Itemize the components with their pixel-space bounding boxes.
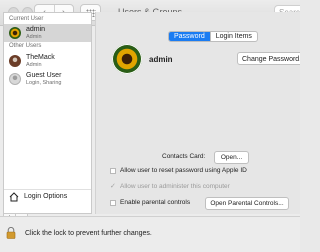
guest-user-icon — [9, 73, 21, 85]
sidebar-user-admin[interactable]: admin Admin — [4, 24, 91, 42]
profile-avatar[interactable] — [112, 44, 142, 74]
current-user-label: Current User — [9, 16, 44, 22]
checkmark-icon: ✓ — [110, 183, 116, 190]
open-contacts-card-button[interactable]: Open... — [214, 151, 249, 164]
users-sidebar: Current User admin Admin Other Users The… — [3, 12, 92, 214]
other-user-role: Admin — [26, 62, 42, 68]
current-user-name: admin — [26, 26, 46, 33]
login-options-label: Login Options — [24, 193, 68, 200]
lock-message: Click the lock to prevent further change… — [25, 230, 152, 237]
lock-icon[interactable] — [6, 227, 16, 239]
profile-name: admin — [149, 55, 173, 64]
other-user-name: TheMack — [26, 54, 55, 61]
allow-reset-password-label: Allow user to reset password using Apple… — [120, 167, 247, 174]
other-users-label: Other Users — [9, 43, 42, 49]
checkbox[interactable] — [110, 168, 116, 174]
current-user-role: Admin — [26, 34, 42, 40]
user-tabs: Password Login Items — [168, 31, 258, 42]
allow-administer-label: Allow user to administer this computer — [120, 183, 230, 190]
admin-avatar — [9, 27, 21, 39]
checkbox[interactable] — [110, 200, 116, 206]
sidebar-user-guest[interactable]: Guest User Login, Sharing — [4, 70, 91, 88]
enable-parental-controls-label: Enable parental controls — [120, 199, 191, 206]
change-password-button[interactable]: Change Password... — [237, 52, 300, 65]
other-user-role: Login, Sharing — [26, 80, 62, 86]
other-user-name: Guest User — [26, 72, 62, 79]
login-options-button[interactable]: Login Options — [4, 189, 91, 203]
users-groups-window: ‹ › Users & Groups Search Current User a… — [0, 0, 300, 252]
contacts-card-label: Contacts Card: — [162, 153, 206, 160]
tab-login-items[interactable]: Login Items — [209, 32, 257, 41]
lock-bar: Click the lock to prevent further change… — [0, 216, 300, 252]
themack-avatar — [9, 55, 21, 67]
open-parental-controls-button[interactable]: Open Parental Controls... — [205, 197, 289, 210]
house-icon — [9, 192, 19, 202]
tab-password[interactable]: Password — [169, 32, 210, 41]
sidebar-user-themack[interactable]: TheMack Admin — [4, 52, 91, 70]
